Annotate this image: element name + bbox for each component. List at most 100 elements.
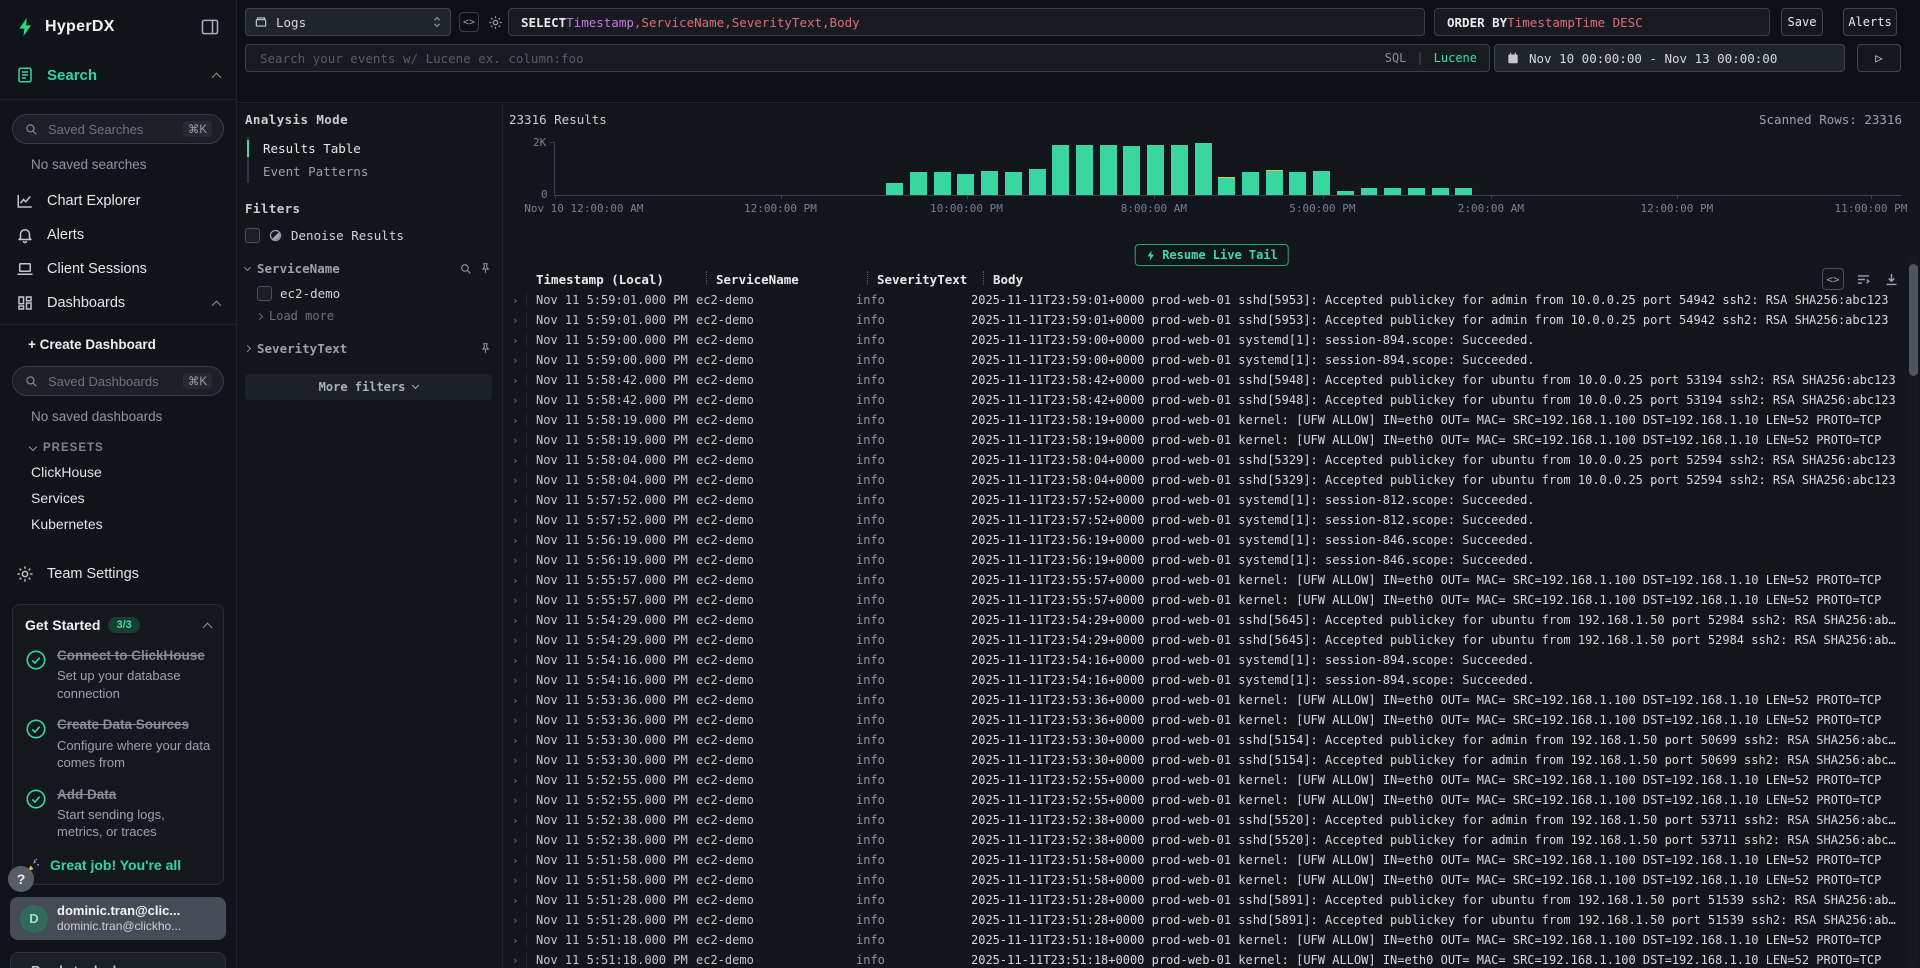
alerts-button[interactable]: Alerts xyxy=(1843,8,1897,36)
table-row[interactable]: ›Nov 11 5:51:18.000 PMec2-demoinfo2025-1… xyxy=(509,930,1904,950)
table-row[interactable]: ›Nov 11 5:57:52.000 PMec2-demoinfo2025-1… xyxy=(509,510,1904,530)
table-row[interactable]: ›Nov 11 5:54:16.000 PMec2-demoinfo2025-1… xyxy=(509,650,1904,670)
resume-live-tail-button[interactable]: Resume Live Tail xyxy=(1134,244,1289,266)
histogram-bar[interactable] xyxy=(1455,188,1472,195)
order-by-input[interactable]: ORDER BY TimestampTime DESC xyxy=(1434,8,1770,36)
table-row[interactable]: ›Nov 11 5:54:29.000 PMec2-demoinfo2025-1… xyxy=(509,610,1904,630)
task-create-data-sources[interactable]: Create Data Sources Configure where your… xyxy=(25,716,211,771)
table-row[interactable]: ›Nov 11 5:59:00.000 PMec2-demoinfo2025-1… xyxy=(509,350,1904,370)
table-row[interactable]: ›Nov 11 5:51:58.000 PMec2-demoinfo2025-1… xyxy=(509,850,1904,870)
event-search-bar[interactable]: SQL | Lucene xyxy=(245,44,1490,72)
histogram-plot[interactable] xyxy=(554,142,1902,196)
save-button[interactable]: Save xyxy=(1781,8,1823,36)
pin-icon[interactable] xyxy=(479,342,492,355)
sidebar-item-search[interactable]: Search xyxy=(0,63,236,87)
time-range-picker[interactable]: Nov 10 00:00:00 - Nov 13 00:00:00 xyxy=(1494,44,1845,72)
table-row[interactable]: ›Nov 11 5:55:57.000 PMec2-demoinfo2025-1… xyxy=(509,570,1904,590)
histogram-bar[interactable] xyxy=(1337,191,1354,195)
load-more-button[interactable]: Load more xyxy=(257,309,492,323)
table-row[interactable]: ›Nov 11 5:58:04.000 PMec2-demoinfo2025-1… xyxy=(509,470,1904,490)
source-select[interactable]: Logs xyxy=(245,8,451,36)
table-row[interactable]: ›Nov 11 5:51:28.000 PMec2-demoinfo2025-1… xyxy=(509,890,1904,910)
table-row[interactable]: ›Nov 11 5:54:16.000 PMec2-demoinfo2025-1… xyxy=(509,670,1904,690)
histogram-bar[interactable] xyxy=(1384,188,1401,195)
col-body[interactable]: Body xyxy=(984,270,1904,288)
table-row[interactable]: ›Nov 11 5:58:42.000 PMec2-demoinfo2025-1… xyxy=(509,390,1904,410)
col-timestamp[interactable]: Timestamp (Local) xyxy=(536,270,706,288)
table-row[interactable]: ›Nov 11 5:52:55.000 PMec2-demoinfo2025-1… xyxy=(509,790,1904,810)
histogram-bar[interactable] xyxy=(1408,188,1425,195)
histogram-bar[interactable] xyxy=(1076,145,1093,195)
sql-language-toggle[interactable]: SQL xyxy=(1385,51,1407,65)
chevron-up-icon[interactable] xyxy=(212,300,222,310)
histogram-bar[interactable] xyxy=(1029,169,1046,196)
saved-dashboards-input[interactable]: ⌘K xyxy=(12,366,224,396)
preset-kubernetes[interactable]: Kubernetes xyxy=(31,516,220,532)
table-row[interactable]: ›Nov 11 5:53:36.000 PMec2-demoinfo2025-1… xyxy=(509,690,1904,710)
presets-header[interactable]: PRESETS xyxy=(30,442,220,454)
histogram-bar[interactable] xyxy=(1171,145,1188,195)
sidebar-item-team-settings[interactable]: Team Settings xyxy=(0,562,236,586)
task-add-data[interactable]: Add Data Start sending logs, metrics, or… xyxy=(25,786,211,841)
table-row[interactable]: ›Nov 11 5:51:58.000 PMec2-demoinfo2025-1… xyxy=(509,870,1904,890)
scrollbar-thumb[interactable] xyxy=(1909,264,1918,376)
sidebar-item-alerts[interactable]: Alerts xyxy=(0,218,236,252)
histogram-bar[interactable] xyxy=(1218,177,1235,195)
saved-dashboards-field[interactable] xyxy=(46,373,175,390)
table-row[interactable]: ›Nov 11 5:51:18.000 PMec2-demoinfo2025-1… xyxy=(509,950,1904,968)
help-button[interactable]: ? xyxy=(8,866,34,892)
table-row[interactable]: ›Nov 11 5:58:19.000 PMec2-demoinfo2025-1… xyxy=(509,410,1904,430)
table-row[interactable]: ›Nov 11 5:54:29.000 PMec2-demoinfo2025-1… xyxy=(509,630,1904,650)
preset-clickhouse[interactable]: ClickHouse xyxy=(31,464,220,480)
chevron-up-icon[interactable] xyxy=(203,622,213,632)
histogram-bar[interactable] xyxy=(1313,171,1330,195)
task-connect-clickhouse[interactable]: Connect to ClickHouse Set up your databa… xyxy=(25,647,211,702)
ec2-demo-checkbox[interactable] xyxy=(257,286,272,301)
table-row[interactable]: ›Nov 11 5:51:28.000 PMec2-demoinfo2025-1… xyxy=(509,910,1904,930)
mode-event-patterns[interactable]: Event Patterns xyxy=(249,160,492,183)
code-toggle-button[interactable]: <> xyxy=(459,12,479,32)
saved-searches-field[interactable] xyxy=(46,121,175,138)
histogram-bar[interactable] xyxy=(910,172,927,195)
histogram-bar[interactable] xyxy=(1242,172,1259,195)
mode-results-table[interactable]: Results Table xyxy=(249,137,492,160)
histogram-bar[interactable] xyxy=(981,171,998,195)
histogram-bar[interactable] xyxy=(1195,143,1212,195)
event-search-input[interactable] xyxy=(258,50,1375,67)
filter-option-ec2-demo[interactable]: ec2-demo xyxy=(257,286,492,301)
scrollbar-track[interactable] xyxy=(1908,254,1919,968)
pin-icon[interactable] xyxy=(479,262,492,275)
lucene-language-toggle[interactable]: Lucene xyxy=(1434,51,1477,65)
preset-services[interactable]: Services xyxy=(31,490,220,506)
sidebar-item-client-sessions[interactable]: Client Sessions xyxy=(0,252,236,286)
deploy-banner[interactable]: Ready to deploy on xyxy=(10,952,226,968)
create-dashboard-button[interactable]: + Create Dashboard xyxy=(28,337,220,352)
chevron-up-icon[interactable] xyxy=(212,72,222,82)
source-settings-gear-icon[interactable] xyxy=(485,12,505,32)
table-row[interactable]: ›Nov 11 5:53:30.000 PMec2-demoinfo2025-1… xyxy=(509,750,1904,770)
table-row[interactable]: ›Nov 11 5:57:52.000 PMec2-demoinfo2025-1… xyxy=(509,490,1904,510)
more-filters-button[interactable]: More filters xyxy=(245,374,492,400)
histogram-bar[interactable] xyxy=(1005,172,1022,195)
col-servicename[interactable]: ServiceName xyxy=(707,270,867,288)
table-row[interactable]: ›Nov 11 5:53:36.000 PMec2-demoinfo2025-1… xyxy=(509,710,1904,730)
histogram-bar[interactable] xyxy=(1289,172,1306,195)
denoise-results-row[interactable]: Denoise Results xyxy=(245,228,492,243)
histogram-bar[interactable] xyxy=(1123,146,1140,195)
histogram-bar[interactable] xyxy=(957,174,974,195)
table-row[interactable]: ›Nov 11 5:55:57.000 PMec2-demoinfo2025-1… xyxy=(509,590,1904,610)
filter-group-servicename[interactable]: ServiceName xyxy=(245,261,492,276)
sidebar-item-chart-explorer[interactable]: Chart Explorer xyxy=(0,184,236,218)
histogram-bar[interactable] xyxy=(1052,145,1069,195)
sidebar-item-dashboards[interactable]: Dashboards xyxy=(0,286,236,320)
denoise-checkbox[interactable] xyxy=(245,228,260,243)
table-row[interactable]: ›Nov 11 5:59:01.000 PMec2-demoinfo2025-1… xyxy=(509,290,1904,310)
user-menu[interactable]: D dominic.tran@clic... dominic.tran@clic… xyxy=(10,897,226,940)
col-severitytext[interactable]: SeverityText xyxy=(868,270,983,288)
select-clause-input[interactable]: SELECT Timestamp,ServiceName,SeverityTex… xyxy=(508,8,1425,36)
saved-searches-input[interactable]: ⌘K xyxy=(12,114,224,144)
histogram-bar[interactable] xyxy=(1147,145,1164,195)
group-search-icon[interactable] xyxy=(459,262,472,275)
histogram-bar[interactable] xyxy=(886,183,903,195)
table-row[interactable]: ›Nov 11 5:52:55.000 PMec2-demoinfo2025-1… xyxy=(509,770,1904,790)
